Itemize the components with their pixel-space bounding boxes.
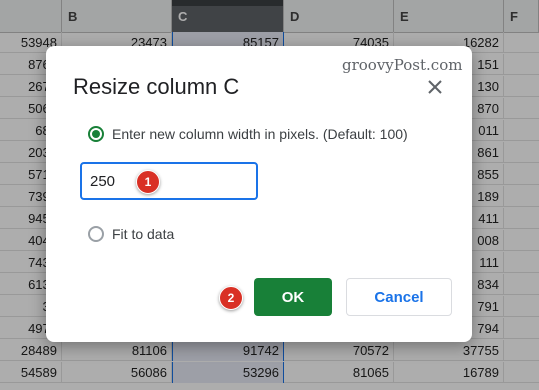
- option-fit-to-data[interactable]: Fit to data: [88, 226, 174, 242]
- step-badge-1: 1: [136, 170, 160, 194]
- radio-fit-to-data[interactable]: [88, 226, 104, 242]
- resize-column-dialog: Resize column C groovyPost.com Enter new…: [46, 46, 472, 342]
- ok-button[interactable]: OK: [254, 278, 332, 316]
- option-pixel-width-label: Enter new column width in pixels. (Defau…: [112, 126, 408, 142]
- step-badge-2: 2: [219, 286, 243, 310]
- close-icon[interactable]: [424, 76, 446, 98]
- dialog-title: Resize column C: [73, 74, 240, 99]
- column-width-input[interactable]: [80, 162, 258, 200]
- option-pixel-width[interactable]: Enter new column width in pixels. (Defau…: [88, 126, 408, 142]
- option-fit-to-data-label: Fit to data: [112, 226, 175, 242]
- radio-pixel-width[interactable]: [88, 126, 104, 142]
- watermark: groovyPost.com: [342, 56, 463, 74]
- cancel-button[interactable]: Cancel: [346, 278, 452, 316]
